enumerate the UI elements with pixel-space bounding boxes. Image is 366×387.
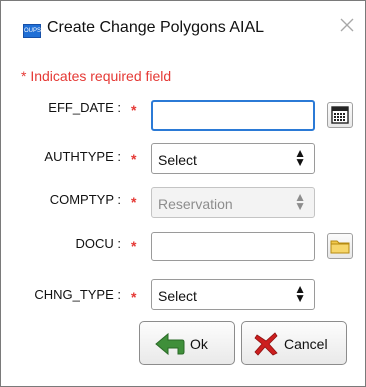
required-field-note: * Indicates required field <box>21 68 172 84</box>
authtype-label: AUTHTYPE : <box>44 149 121 164</box>
eff-date-input[interactable] <box>151 100 315 131</box>
ok-button[interactable]: Ok <box>139 321 235 365</box>
chng-type-select[interactable]: Select ▲ ▼ <box>151 279 315 310</box>
comptyp-select: Reservation ▲ ▼ <box>151 187 315 218</box>
dialog-title: Create Change Polygons AIAL <box>47 19 265 36</box>
chng-type-label: CHNG_TYPE : <box>34 287 121 302</box>
authtype-selected-value: Select <box>158 152 197 168</box>
calendar-icon <box>331 106 349 124</box>
date-picker-button[interactable] <box>327 102 353 128</box>
cancel-label: Cancel <box>284 336 328 352</box>
select-arrows-icon: ▲ ▼ <box>294 146 306 169</box>
eff-date-label: EFF_DATE : <box>48 100 121 115</box>
docu-input[interactable] <box>151 232 315 261</box>
app-icon: OUPS <box>23 24 41 38</box>
select-arrows-icon: ▲ ▼ <box>294 282 306 305</box>
comptyp-label: COMPTYP : <box>49 192 121 207</box>
chng-type-selected-value: Select <box>158 288 197 304</box>
folder-icon <box>330 240 350 254</box>
select-arrows-icon: ▲ ▼ <box>294 190 306 213</box>
comptyp-selected-value: Reservation <box>158 196 233 212</box>
browse-folder-button[interactable] <box>327 233 353 259</box>
authtype-required-mark: * <box>131 151 137 167</box>
cancel-button[interactable]: Cancel <box>241 321 347 365</box>
docu-required-mark: * <box>131 238 137 254</box>
comptyp-required-mark: * <box>131 194 137 210</box>
red-x-icon <box>254 332 278 356</box>
eff-date-required-mark: * <box>131 102 137 118</box>
title-bar: OUPS Create Change Polygons AIAL <box>1 1 365 57</box>
arrow-left-green-icon <box>155 332 185 356</box>
chng-type-required-mark: * <box>131 289 137 305</box>
docu-label: DOCU : <box>75 236 122 251</box>
ok-label: Ok <box>190 336 208 352</box>
close-icon[interactable] <box>339 17 355 33</box>
authtype-select[interactable]: Select ▲ ▼ <box>151 143 315 174</box>
dialog: OUPS Create Change Polygons AIAL * Indic… <box>0 0 366 387</box>
